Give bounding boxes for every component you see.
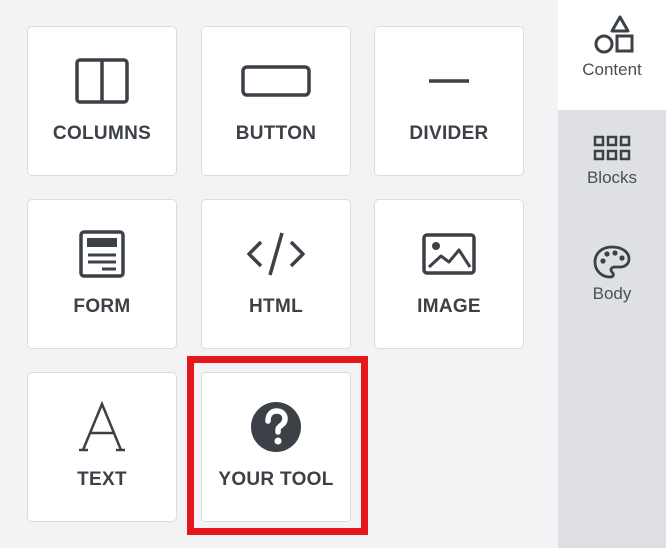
highlight-box — [187, 356, 368, 535]
tool-label: TEXT — [77, 469, 127, 490]
tab-blocks[interactable]: Blocks — [558, 130, 666, 220]
tab-label: Content — [582, 60, 642, 79]
tool-label: COLUMNS — [52, 123, 152, 144]
button-icon — [202, 53, 350, 109]
tab-label: Body — [592, 284, 632, 303]
sidebar: Content Blocks Body — [558, 0, 666, 548]
tool-label: FORM — [73, 296, 131, 317]
tool-columns[interactable]: COLUMNS — [27, 26, 177, 176]
tool-label: HTML — [249, 296, 303, 317]
tool-label: DIVIDER — [409, 123, 489, 144]
html-code-icon — [202, 226, 350, 282]
shapes-icon — [558, 0, 666, 56]
tool-divider[interactable]: DIVIDER — [374, 26, 524, 176]
grid-icon — [558, 130, 666, 164]
tool-label: BUTTON — [235, 123, 317, 144]
tool-text[interactable]: TEXT — [27, 372, 177, 522]
form-icon — [28, 226, 176, 282]
palette-icon — [558, 240, 666, 280]
tab-label: Blocks — [586, 168, 638, 187]
tools-panel: COLUMNS BUTTON DIVIDER FORM HTML IMAGE T… — [0, 0, 558, 548]
text-icon — [28, 399, 176, 455]
tool-image[interactable]: IMAGE — [374, 199, 524, 349]
tool-form[interactable]: FORM — [27, 199, 177, 349]
image-icon — [375, 226, 523, 282]
divider-icon — [375, 53, 523, 109]
tool-html[interactable]: HTML — [201, 199, 351, 349]
tab-body[interactable]: Body — [558, 240, 666, 330]
tool-button[interactable]: BUTTON — [201, 26, 351, 176]
tool-label: IMAGE — [417, 296, 481, 317]
columns-icon — [28, 53, 176, 109]
tab-content[interactable]: Content — [558, 0, 666, 110]
